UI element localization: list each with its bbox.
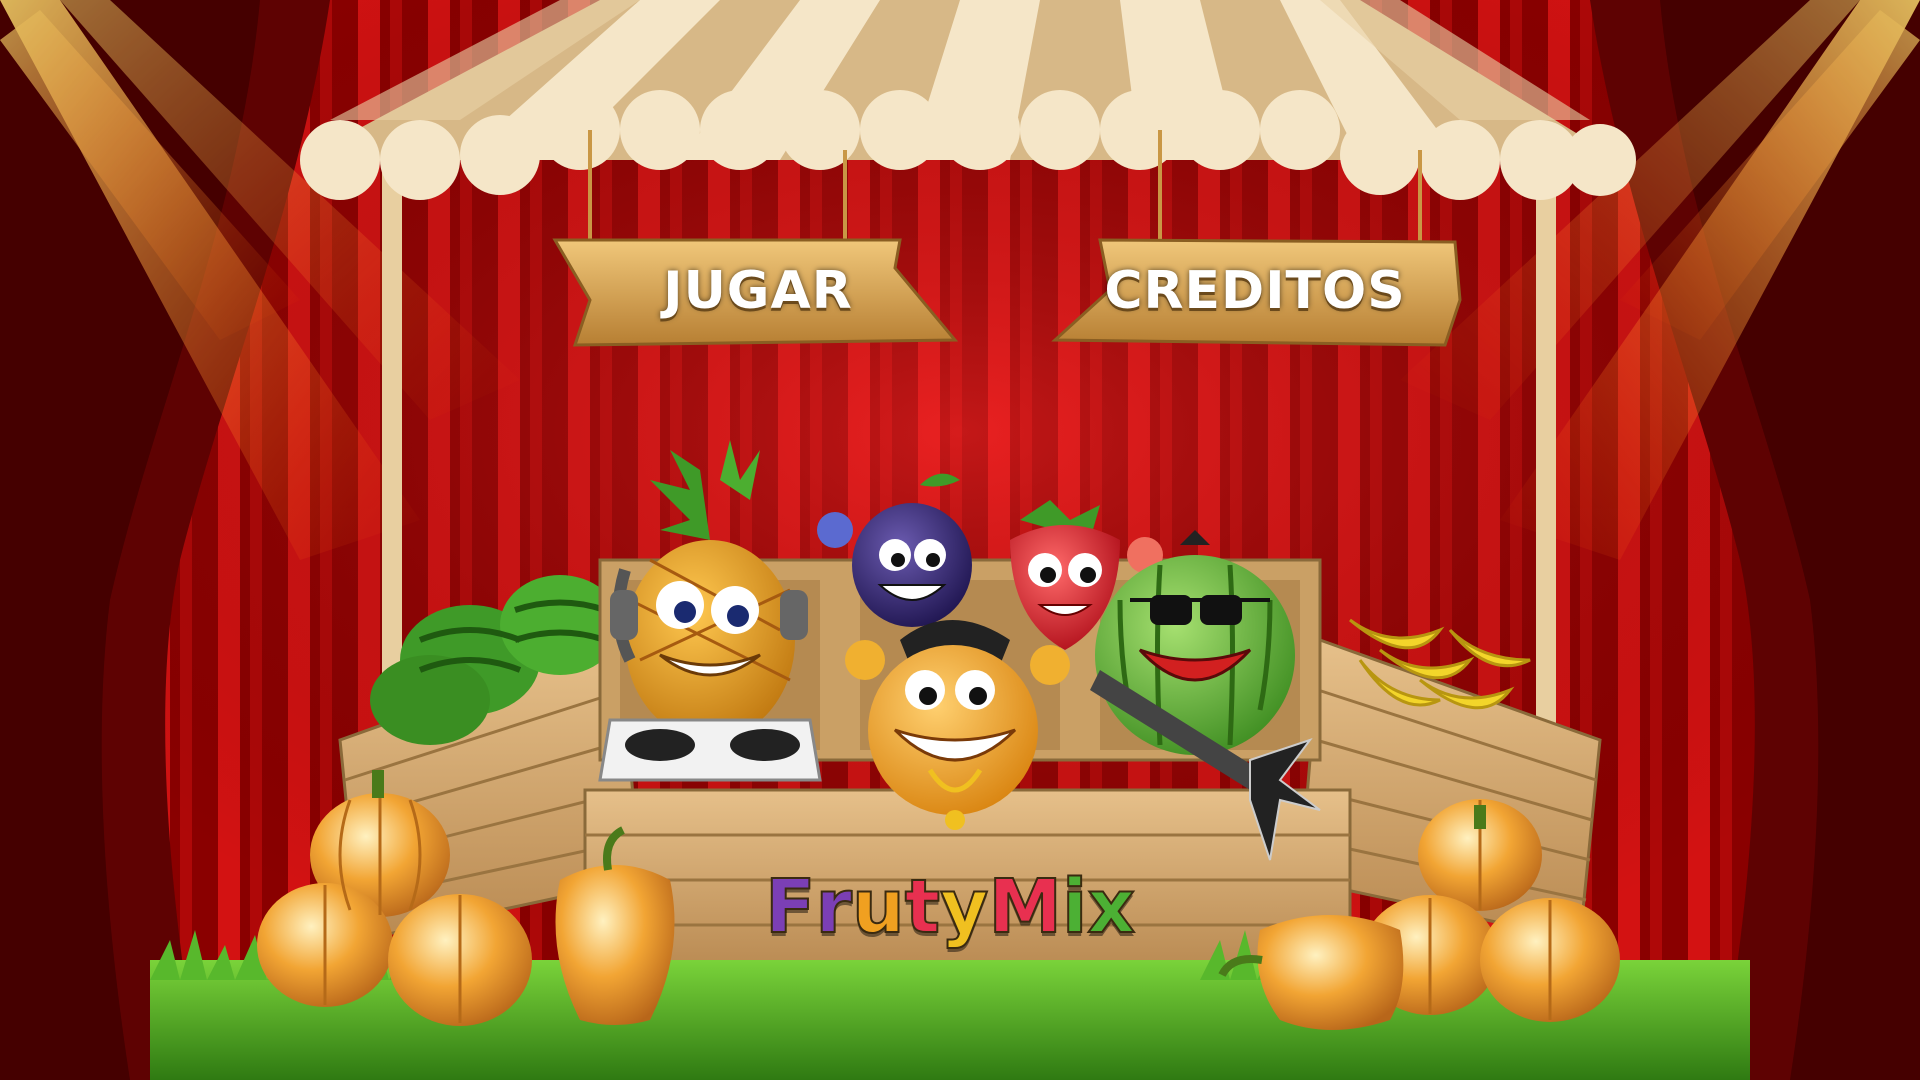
right-post [1536,170,1556,760]
logo-letter: M [987,864,1063,950]
logo-letter: F [764,864,817,950]
logo-letter: r [815,864,853,950]
logo-letter: i [1061,864,1088,950]
credits-button[interactable]: CREDITOS [1050,236,1460,346]
credits-button-label: CREDITOS [1104,261,1406,321]
turntable-icon [598,718,822,782]
play-button[interactable]: JUGAR [548,236,968,346]
game-logo: FrutyMix [700,862,1200,952]
logo-letter: y [939,864,989,950]
logo-letter: u [851,864,906,950]
logo-letter: t [904,864,941,950]
logo-letter: x [1086,864,1136,950]
play-button-label: JUGAR [663,261,853,321]
